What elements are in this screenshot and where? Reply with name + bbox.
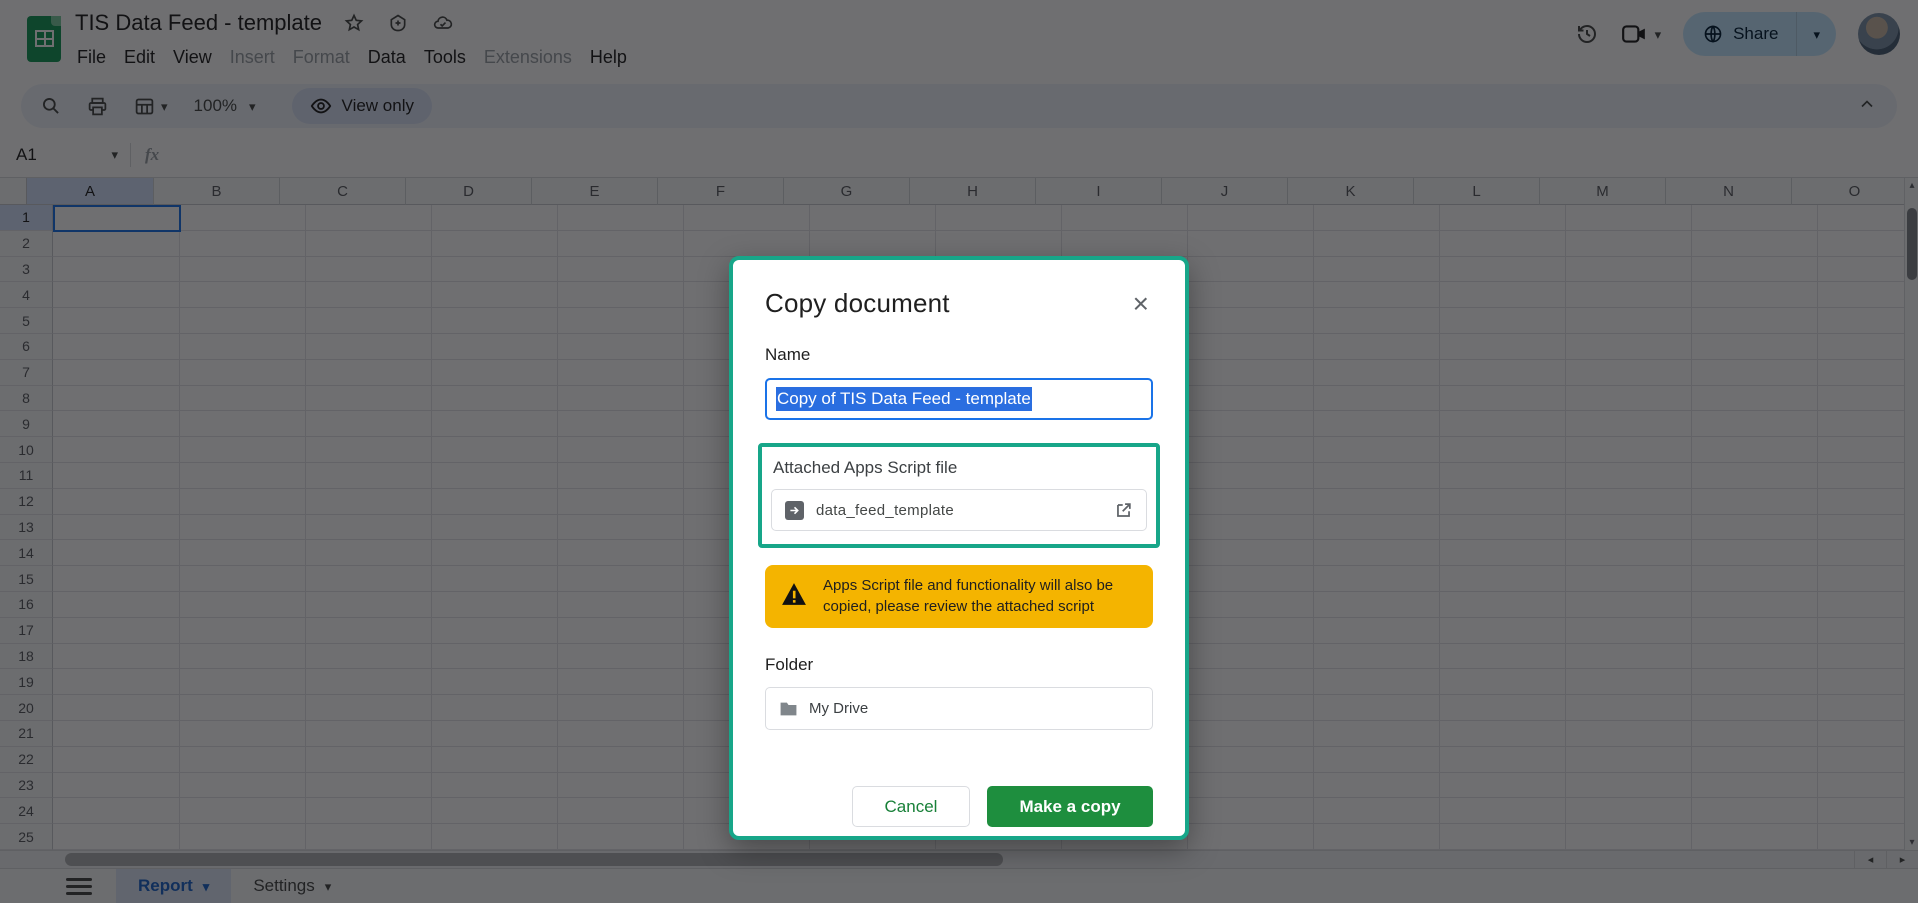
folder-picker[interactable]: My Drive (765, 687, 1153, 730)
name-input-selected-text: Copy of TIS Data Feed - template (776, 387, 1032, 411)
name-input[interactable]: Copy of TIS Data Feed - template (765, 378, 1153, 420)
make-a-copy-button[interactable]: Make a copy (987, 786, 1153, 827)
folder-value: My Drive (809, 700, 868, 717)
apps-script-icon (785, 501, 804, 520)
warning-text: Apps Script file and functionality will … (823, 576, 1135, 617)
close-icon[interactable]: × (1129, 288, 1153, 320)
google-sheets-app: TIS Data Feed - template FileEditViewIns… (0, 0, 1918, 903)
open-in-new-icon[interactable] (1114, 501, 1133, 520)
apps-script-file-name: data_feed_template (816, 502, 954, 519)
warning-icon (781, 582, 807, 611)
apps-script-warning-banner: Apps Script file and functionality will … (765, 565, 1153, 628)
apps-script-section-label: Attached Apps Script file (773, 458, 1147, 478)
apps-script-file-row[interactable]: data_feed_template (771, 489, 1147, 531)
name-label: Name (765, 345, 1153, 365)
cancel-button[interactable]: Cancel (852, 786, 970, 827)
apps-script-section-annotation: Attached Apps Script file data_feed_temp… (758, 443, 1160, 548)
folder-icon (779, 701, 798, 717)
folder-label: Folder (765, 655, 1153, 675)
copy-document-dialog: Copy document × Name Copy of TIS Data Fe… (729, 256, 1189, 840)
dialog-title: Copy document (765, 288, 950, 319)
